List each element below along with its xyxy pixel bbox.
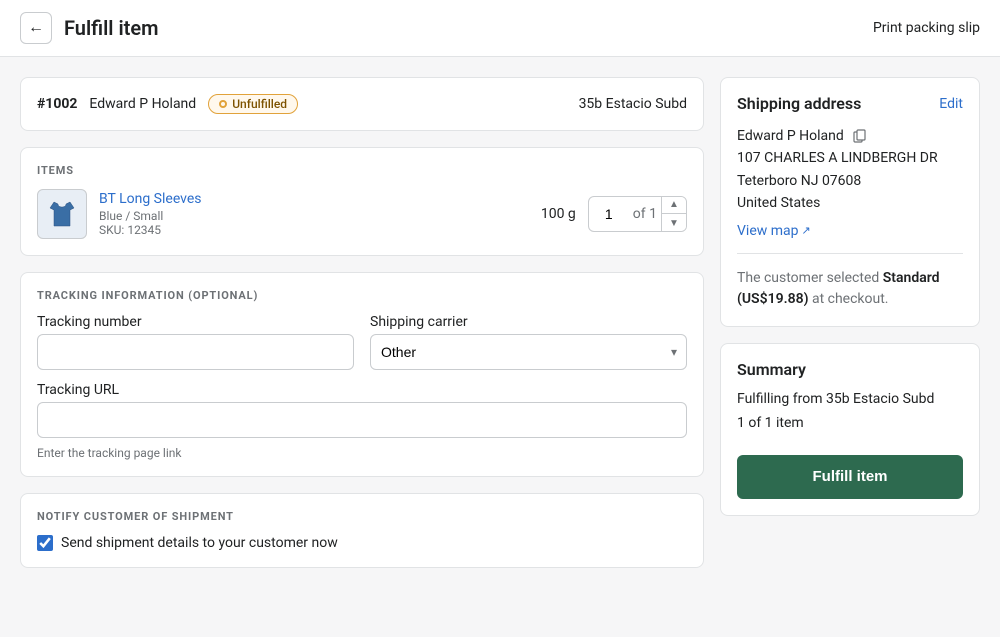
items-card: ITEMS BT Long Sleeves Blue / Small SKU: … [20, 147, 704, 256]
external-link-icon: ↗ [802, 224, 811, 237]
status-badge: Unfulfilled [208, 94, 298, 114]
quantity-stepper[interactable]: 1 of 1 ▲ ▼ [588, 196, 687, 232]
address-street: 107 CHARLES A LINDBERGH DR [737, 147, 963, 169]
notify-checkbox-row: Send shipment details to your customer n… [37, 535, 687, 551]
shipping-address-title: Shipping address [737, 94, 861, 113]
tracking-section-label: TRACKING INFORMATION (OPTIONAL) [37, 289, 687, 302]
tracking-number-label: Tracking number [37, 314, 354, 330]
tracking-url-input[interactable] [37, 402, 687, 438]
item-variant: Blue / Small [99, 209, 529, 223]
item-count: 1 of 1 item [737, 415, 963, 431]
view-map-link[interactable]: View map ↗ [737, 223, 811, 239]
order-location: 35b Estacio Subd [579, 96, 687, 112]
address-divider [737, 253, 963, 254]
item-weight: 100 g [541, 206, 576, 222]
notify-checkbox[interactable] [37, 535, 53, 551]
items-section-label: ITEMS [37, 164, 687, 177]
address-city-state-zip: Teterboro NJ 07608 [737, 170, 963, 192]
shipping-carrier-select[interactable]: Other UPS FedEx USPS DHL [370, 334, 687, 370]
shipping-address-card: Shipping address Edit Edward P Holand [720, 77, 980, 327]
quantity-up-button[interactable]: ▲ [662, 196, 686, 214]
right-column: Shipping address Edit Edward P Holand [720, 77, 980, 568]
top-bar-left: ← Fulfill item [20, 12, 159, 44]
address-name: Edward P Holand [737, 125, 963, 147]
shipping-carrier-group: Shipping carrier Other UPS FedEx USPS DH… [370, 314, 687, 370]
quantity-input[interactable]: 1 [589, 206, 629, 222]
tracking-url-helper: Enter the tracking page link [37, 446, 687, 460]
status-label: Unfulfilled [232, 97, 287, 111]
order-header: #1002 Edward P Holand Unfulfilled 35b Es… [37, 94, 687, 114]
main-content: #1002 Edward P Holand Unfulfilled 35b Es… [0, 57, 1000, 588]
tracking-card: TRACKING INFORMATION (OPTIONAL) Tracking… [20, 272, 704, 477]
shipping-carrier-label: Shipping carrier [370, 314, 687, 330]
fulfill-item-button[interactable]: Fulfill item [737, 455, 963, 499]
summary-title: Summary [737, 360, 963, 379]
item-sku: SKU: 12345 [99, 223, 529, 237]
status-dot-icon [219, 100, 227, 108]
notify-checkbox-label: Send shipment details to your customer n… [61, 535, 338, 551]
quantity-buttons: ▲ ▼ [661, 196, 686, 232]
shipping-method: Standard [883, 270, 940, 286]
item-name-link[interactable]: BT Long Sleeves [99, 191, 202, 207]
shipping-carrier-select-wrapper: Other UPS FedEx USPS DHL ▾ [370, 334, 687, 370]
address-block: Edward P Holand 107 CHARLES A LINDBERGH … [737, 125, 963, 215]
view-map-label: View map [737, 223, 799, 239]
order-number: #1002 [37, 96, 77, 112]
notify-section-label: NOTIFY CUSTOMER OF SHIPMENT [37, 510, 687, 523]
tracking-number-group: Tracking number [37, 314, 354, 370]
page-title: Fulfill item [64, 16, 159, 40]
item-row: BT Long Sleeves Blue / Small SKU: 12345 … [37, 189, 687, 239]
address-country: United States [737, 192, 963, 214]
notify-card: NOTIFY CUSTOMER OF SHIPMENT Send shipmen… [20, 493, 704, 568]
quantity-of-label: of 1 [629, 206, 661, 222]
shipping-price: (US$19.88) [737, 291, 808, 307]
left-column: #1002 Edward P Holand Unfulfilled 35b Es… [20, 77, 704, 568]
tracking-form-row: Tracking number Shipping carrier Other U… [37, 314, 687, 370]
quantity-down-button[interactable]: ▼ [662, 214, 686, 232]
page-wrapper: ← Fulfill item Print packing slip #1002 … [0, 0, 1000, 637]
tracking-number-input[interactable] [37, 334, 354, 370]
order-info-card: #1002 Edward P Holand Unfulfilled 35b Es… [20, 77, 704, 131]
tracking-url-group: Tracking URL Enter the tracking page lin… [37, 382, 687, 460]
back-button[interactable]: ← [20, 12, 52, 44]
top-bar: ← Fulfill item Print packing slip [0, 0, 1000, 57]
copy-icon[interactable] [853, 129, 867, 143]
shipping-address-header: Shipping address Edit [737, 94, 963, 113]
shipping-note: The customer selected Standard (US$19.88… [737, 268, 963, 310]
item-image [37, 189, 87, 239]
tracking-url-label: Tracking URL [37, 382, 687, 398]
shirt-icon [46, 198, 78, 230]
customer-name: Edward P Holand [89, 96, 196, 112]
edit-address-link[interactable]: Edit [939, 96, 963, 112]
item-details: BT Long Sleeves Blue / Small SKU: 12345 [99, 191, 529, 237]
print-packing-slip-link[interactable]: Print packing slip [873, 20, 980, 36]
summary-card: Summary Fulfilling from 35b Estacio Subd… [720, 343, 980, 516]
fulfilling-from: Fulfilling from 35b Estacio Subd [737, 391, 963, 407]
